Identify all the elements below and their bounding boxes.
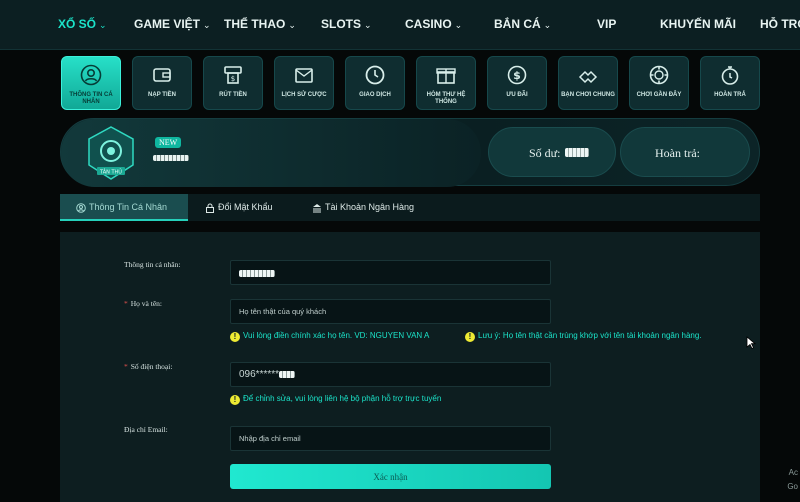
profile-banner: TÂN THỦ NEW Số dư: Hoàn trả: xyxy=(60,118,760,187)
chevron-down-icon: ⌄ xyxy=(288,20,296,30)
side-watermark: Ac Go xyxy=(787,468,798,491)
gift-box-icon xyxy=(436,68,456,84)
fullname-note: ! Vui lòng điền chính xác họ tên. VD: NGU… xyxy=(230,331,429,342)
quick-menu-recent[interactable]: CHƠI GẦN ĐÂY xyxy=(629,56,689,110)
top-nav: XỔ SỐ ⌄ GAME VIỆT ⌄ THỂ THAO ⌄ SLOTS ⌄ CASIN… xyxy=(0,0,800,50)
nav-item-casino[interactable]: CASINO ⌄ xyxy=(405,17,462,31)
username-masked xyxy=(153,155,189,161)
fullname-input[interactable] xyxy=(230,299,551,324)
rebate-label: Hoàn trả: xyxy=(655,146,700,160)
user-icon xyxy=(80,64,102,86)
personal-info-field[interactable] xyxy=(230,260,551,285)
quick-menu-withdraw[interactable]: $ RÚT TIỀN xyxy=(203,56,263,110)
nav-item-game-viet[interactable]: GAME VIỆT ⌄ xyxy=(134,17,211,31)
nav-item-ho-tro[interactable]: HỖ TRỢ xyxy=(760,17,800,31)
rank-badge: TÂN THỦ xyxy=(85,125,137,183)
bank-icon xyxy=(313,203,321,213)
quick-menu-deposit[interactable]: NẠP TIỀN xyxy=(132,56,192,110)
nav-item-khuyen-mai[interactable]: KHUYẾN MÃI xyxy=(660,17,736,31)
tab-personal-info[interactable]: Thông Tin Cá Nhân xyxy=(60,194,188,221)
chevron-down-icon: ⌄ xyxy=(543,20,552,30)
quick-menu: THÔNG TIN CÁ NHÂN NẠP TIỀN $ RÚT TIỀN LỊ… xyxy=(0,56,800,112)
mouse-cursor-icon xyxy=(746,336,756,350)
phone-note: ! Để chỉnh sửa, vui lòng liên hệ bộ phận … xyxy=(230,394,441,405)
nav-item-the-thao[interactable]: THỂ THAO ⌄ xyxy=(224,17,296,31)
nav-item-xo-so[interactable]: XỔ SỐ ⌄ xyxy=(58,17,107,31)
quick-menu-mailbox[interactable]: HÒM THƯ HỆ THỐNG xyxy=(416,56,476,110)
quick-menu-rebate[interactable]: HOÀN TRẢ xyxy=(700,56,760,110)
chevron-down-icon: ⌄ xyxy=(454,20,463,30)
phone-masked xyxy=(279,370,296,378)
svg-text:$: $ xyxy=(513,69,521,82)
info-icon: ! xyxy=(230,332,240,342)
user-icon xyxy=(76,202,86,213)
email-label: Địa chỉ Email: xyxy=(124,425,168,434)
clock-icon xyxy=(365,65,385,85)
chevron-down-icon: ⌄ xyxy=(203,20,211,30)
stopwatch-icon xyxy=(721,66,739,85)
quick-menu-friends[interactable]: BẠN CHƠI CHUNG xyxy=(558,56,618,110)
chip-icon xyxy=(649,65,669,85)
svg-text:$: $ xyxy=(231,75,235,83)
balance-label: Số dư: xyxy=(529,146,561,160)
phone-field[interactable]: 096****** xyxy=(230,362,551,387)
quick-menu-promotions[interactable]: $ ƯU ĐÃI xyxy=(487,56,547,110)
quick-menu-personal-info[interactable]: THÔNG TIN CÁ NHÂN xyxy=(61,56,121,110)
fullname-note-2: ! Lưu ý: Họ tên thật cần trùng khớp với t… xyxy=(465,331,702,342)
fullname-label: * Họ và tên: xyxy=(124,299,162,308)
info-icon: ! xyxy=(230,395,240,405)
account-tabs: Thông Tin Cá Nhân Đổi Mật Khẩu Tài Khoản… xyxy=(60,194,760,221)
balance-pill: Số dư: xyxy=(488,127,616,177)
personal-info-label: Thông tin cá nhân: xyxy=(124,260,181,269)
lock-icon xyxy=(206,203,214,213)
shield-icon: TÂN THỦ xyxy=(88,126,134,180)
nav-item-slots[interactable]: SLOTS ⌄ xyxy=(321,17,372,31)
handshake-icon xyxy=(578,70,598,84)
dollar-coin-icon: $ xyxy=(507,65,527,85)
wallet-icon xyxy=(153,68,171,82)
info-icon: ! xyxy=(465,332,475,342)
submit-button[interactable]: Xác nhận xyxy=(230,464,551,489)
chevron-down-icon: ⌄ xyxy=(364,20,372,30)
chevron-down-icon: ⌄ xyxy=(99,20,107,30)
tab-bank-account[interactable]: Tài Khoản Ngân Hàng xyxy=(312,194,414,221)
quick-menu-bet-history[interactable]: LỊCH SỬ CƯỢC xyxy=(274,56,334,110)
balance-value-masked xyxy=(565,148,589,157)
email-input[interactable] xyxy=(230,426,551,451)
atm-icon: $ xyxy=(224,66,242,84)
profile-summary: TÂN THỦ NEW xyxy=(61,119,481,187)
phone-label: * Số điện thoại: xyxy=(124,362,173,371)
nav-item-vip[interactable]: VIP xyxy=(597,17,616,31)
quick-menu-transactions[interactable]: GIAO DỊCH xyxy=(345,56,405,110)
rank-label: TÂN THỦ xyxy=(99,168,122,176)
username-masked xyxy=(239,269,275,277)
new-tag: NEW xyxy=(155,137,182,148)
personal-info-form: Thông tin cá nhân: *Họ và tên: !Vui lòng… xyxy=(60,232,760,502)
history-icon xyxy=(295,68,313,83)
tab-change-password[interactable]: Đổi Mật Khẩu xyxy=(205,194,273,221)
nav-item-ban-ca[interactable]: BẮN CÁ ⌄ xyxy=(494,17,551,31)
rebate-pill: Hoàn trả: xyxy=(620,127,750,177)
